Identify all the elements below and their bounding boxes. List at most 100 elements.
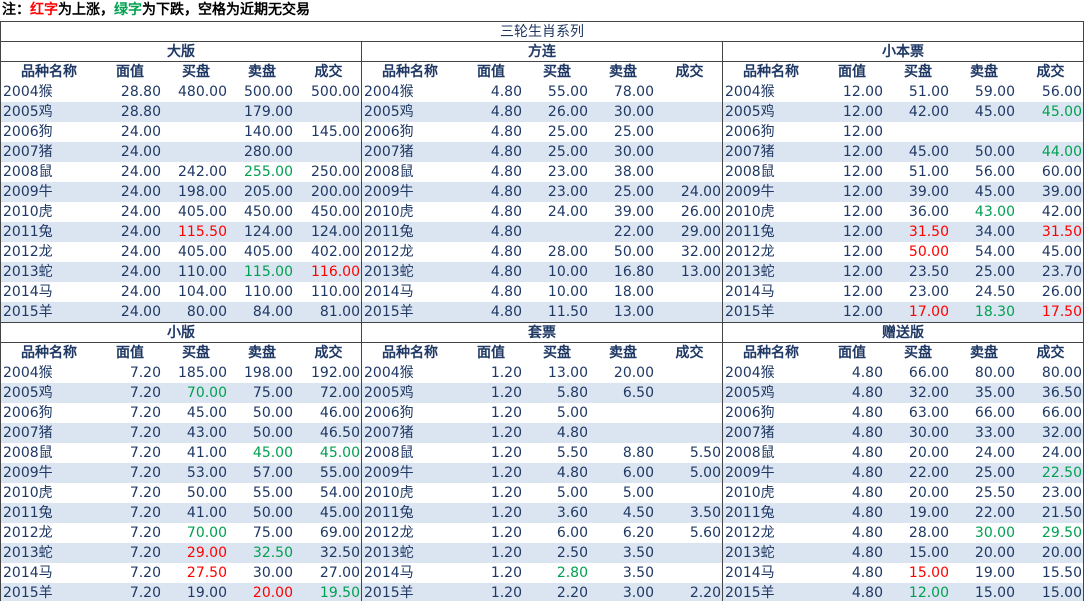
table-row: 2008鼠 7.20 41.00 45.00 45.00 (1, 443, 361, 463)
variety-name: 2011兔 (364, 224, 414, 240)
bid-price: 70.00 (186, 525, 227, 541)
variety-name: 2005鸡 (3, 385, 53, 401)
deal-price (656, 483, 723, 503)
bid-price: 25.00 (547, 124, 588, 140)
variety-name: 2015羊 (364, 304, 414, 320)
deal-price: 60.00 (1041, 164, 1082, 180)
table-row: 2005鸡 28.80 179.00 (1, 102, 361, 122)
bid-price (885, 122, 951, 142)
deal-price: 3.50 (689, 505, 721, 521)
face-value: 12.00 (842, 184, 883, 200)
bid-price (163, 122, 229, 142)
table-row: 2007猪 1.20 4.80 (362, 423, 722, 443)
bid-price: 26.00 (547, 104, 588, 120)
ask-price: 45.00 (974, 104, 1015, 120)
variety-name: 2010虎 (3, 485, 53, 501)
face-value: 4.80 (490, 84, 522, 100)
ask-price: 54.00 (974, 244, 1015, 260)
column-header: 面值 (477, 64, 505, 80)
bid-price: 41.00 (186, 445, 227, 461)
face-value: 7.20 (129, 525, 161, 541)
face-value: 1.20 (490, 485, 522, 501)
header-row: 品种名称 面值 买盘 卖盘 成交 (723, 62, 1083, 82)
bid-price: 25.00 (547, 144, 588, 160)
bid-price: 23.00 (547, 164, 588, 180)
ask-price: 24.00 (974, 445, 1015, 461)
variety-name: 2012龙 (3, 244, 53, 260)
variety-name: 2007猪 (725, 425, 775, 441)
price-sheet: 三轮生肖系列 大版 品种名称 面值 买盘 卖盘 成交 2004猴 28.80 480.00 500… (0, 21, 1084, 601)
variety-name: 2007猪 (725, 144, 775, 160)
deal-price (656, 82, 723, 102)
deal-price: 5.50 (689, 445, 721, 461)
bid-price: 50.00 (186, 485, 227, 501)
variety-name: 2006狗 (725, 124, 775, 140)
ask-price: 66.00 (974, 405, 1015, 421)
column-header: 买盘 (182, 64, 210, 80)
deal-price: 36.50 (1041, 385, 1082, 401)
face-value: 24.00 (120, 164, 161, 180)
bid-price: 480.00 (178, 84, 227, 100)
face-value: 4.80 (851, 565, 883, 581)
ask-price: 25.00 (613, 124, 654, 140)
variety-name: 2013蛇 (3, 545, 53, 561)
deal-price (656, 403, 723, 423)
face-value: 4.80 (851, 525, 883, 541)
column-header: 成交 (314, 345, 343, 361)
face-value: 1.20 (490, 545, 522, 561)
bid-price: 104.00 (178, 284, 227, 300)
ask-price: 25.50 (974, 485, 1015, 501)
deal-price: 26.00 (680, 204, 721, 220)
ask-price: 22.00 (613, 224, 654, 240)
deal-price: 32.00 (680, 244, 721, 260)
deal-price: 45.00 (319, 505, 360, 521)
variety-name: 2009牛 (3, 184, 53, 200)
ask-price: 24.50 (974, 284, 1015, 300)
bid-price: 2.20 (556, 585, 588, 601)
ask-price: 38.00 (613, 164, 654, 180)
face-value: 4.80 (851, 385, 883, 401)
face-value: 1.20 (490, 405, 522, 421)
column-header: 卖盘 (248, 345, 276, 361)
table-row: 2010虎 12.00 36.00 43.00 42.00 (723, 202, 1083, 222)
ask-price: 500.00 (244, 84, 293, 100)
bid-price: 5.80 (556, 385, 588, 401)
face-value: 4.80 (490, 204, 522, 220)
deal-price: 27.00 (319, 565, 360, 581)
variety-name: 2004猴 (3, 365, 53, 381)
table-row: 2012龙 1.20 6.00 6.20 5.60 (362, 523, 722, 543)
ask-price: 450.00 (244, 204, 293, 220)
deal-price (295, 142, 362, 162)
deal-price (295, 102, 362, 122)
face-value: 12.00 (842, 144, 883, 160)
deal-price: 15.50 (1041, 565, 1082, 581)
table-row: 2015羊 24.00 80.00 84.00 81.00 (1, 302, 361, 322)
bid-price: 115.50 (178, 224, 227, 240)
column-header: 卖盘 (970, 345, 998, 361)
face-value: 4.80 (851, 465, 883, 481)
ask-price: 3.00 (622, 585, 654, 601)
variety-name: 2015羊 (725, 304, 775, 320)
table-row: 2009牛 7.20 53.00 57.00 55.00 (1, 463, 361, 483)
deal-price: 45.00 (319, 445, 360, 461)
bid-price: 5.50 (556, 445, 588, 461)
ask-price: 16.80 (613, 264, 654, 280)
ask-price: 4.50 (622, 505, 654, 521)
bid-price: 13.00 (547, 365, 588, 381)
variety-name: 2011兔 (3, 505, 53, 521)
table-row: 2013蛇 1.20 2.50 3.50 (362, 543, 722, 563)
ask-price: 13.00 (613, 304, 654, 320)
column-header: 卖盘 (609, 345, 637, 361)
table-row: 2015羊 4.80 11.50 13.00 (362, 302, 722, 322)
bid-price: 15.00 (908, 545, 949, 561)
ask-price: 18.00 (613, 284, 654, 300)
variety-name: 2015羊 (364, 585, 414, 601)
deal-price (656, 423, 723, 443)
column-header: 成交 (675, 345, 704, 361)
face-value: 1.20 (490, 385, 522, 401)
ask-price: 6.00 (622, 465, 654, 481)
sections-grid: 大版 品种名称 面值 买盘 卖盘 成交 2004猴 28.80 480.00 500.00 500.… (1, 42, 1083, 601)
face-value: 12.00 (842, 164, 883, 180)
ask-price: 19.00 (974, 565, 1015, 581)
face-value: 1.20 (490, 505, 522, 521)
